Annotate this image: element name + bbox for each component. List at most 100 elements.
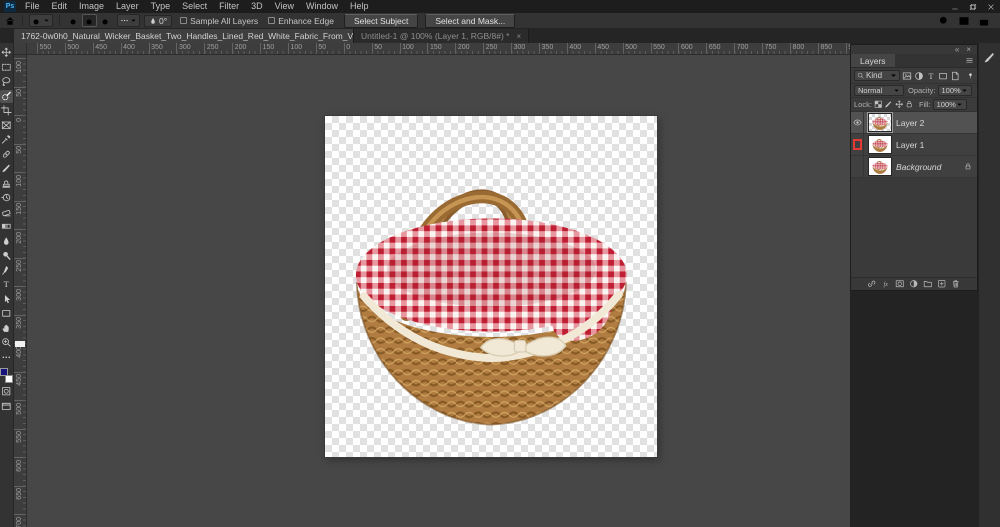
options-checkbox[interactable]: Sample All Layers [180, 16, 258, 26]
filter-kind-label: Kind [866, 71, 883, 80]
vertical-ruler[interactable]: 100 50 0 50 100 150 200 250 300 350 400 450 500 550 60… [14, 55, 27, 527]
close-button[interactable] [982, 0, 1000, 13]
quick-selection-tool[interactable] [0, 89, 13, 103]
layer-row[interactable]: Layer 1 [851, 134, 977, 156]
search-icon[interactable] [938, 15, 950, 27]
layer-visibility-toggle[interactable] [851, 112, 864, 133]
history-brush-tool[interactable] [0, 191, 13, 204]
tool-preset-picker[interactable] [29, 14, 53, 27]
canvas[interactable] [325, 116, 657, 457]
foreground-color-swatch[interactable] [0, 368, 8, 376]
layer-name[interactable]: Layer 2 [896, 118, 924, 128]
add-to-selection-mode[interactable] [82, 14, 97, 27]
zoom-tool[interactable] [0, 336, 13, 349]
lasso-tool[interactable] [0, 75, 13, 88]
Layer[interactable]: Layer [110, 0, 145, 13]
filter-shape-layers-icon[interactable] [938, 71, 948, 81]
subtract-from-selection-mode[interactable] [98, 14, 113, 27]
layer-row[interactable]: Background [851, 156, 977, 178]
eyedropper-tool[interactable] [0, 133, 13, 146]
filter-toggle-icon[interactable] [967, 72, 974, 79]
collapse-panels-icon[interactable]: « [955, 45, 959, 54]
brush-angle-field[interactable]: 0° [144, 14, 173, 27]
layer-row[interactable]: Layer 2 [851, 112, 977, 134]
lock-all-icon[interactable] [905, 100, 914, 109]
layer-visibility-toggle[interactable] [851, 134, 864, 155]
ruler-origin-corner[interactable] [14, 43, 27, 55]
Edit[interactable]: Edit [46, 0, 74, 13]
View[interactable]: View [269, 0, 300, 13]
minimize-button[interactable] [946, 0, 964, 13]
blend-mode-select[interactable]: Normal [854, 85, 904, 96]
edit-toolbar[interactable] [0, 351, 13, 364]
hand-tool[interactable] [0, 322, 13, 335]
eraser-tool[interactable] [0, 206, 13, 219]
brush-options-picker[interactable] [117, 14, 140, 27]
delete-layer-icon[interactable] [951, 279, 961, 289]
layer-thumbnail[interactable] [868, 157, 892, 176]
filter-kind-select[interactable]: Kind [854, 70, 900, 81]
select-subject-button[interactable]: Select Subject [343, 13, 419, 28]
layer-name[interactable]: Layer 1 [896, 140, 924, 150]
Window[interactable]: Window [300, 0, 344, 13]
new-adjustment-layer-icon[interactable] [909, 279, 919, 289]
background-color-swatch[interactable] [5, 375, 13, 383]
clone-stamp-tool[interactable] [0, 177, 13, 190]
path-selection-tool[interactable] [0, 293, 13, 306]
select-and-mask-button[interactable]: Select and Mask... [425, 13, 516, 28]
spot-healing-brush-tool[interactable] [0, 148, 13, 161]
3D[interactable]: 3D [245, 0, 269, 13]
lock-position-icon[interactable] [895, 100, 904, 109]
add-layer-mask-icon[interactable] [895, 279, 905, 289]
close-panel-icon[interactable]: × [966, 45, 971, 54]
share-icon[interactable] [978, 15, 990, 27]
dodge-tool[interactable] [0, 249, 13, 262]
layer-name[interactable]: Background [896, 162, 941, 172]
Filter[interactable]: Filter [213, 0, 245, 13]
home-icon[interactable] [4, 15, 16, 27]
Type[interactable]: Type [145, 0, 177, 13]
Image[interactable]: Image [73, 0, 110, 13]
new-layer-icon[interactable] [937, 279, 947, 289]
brush-tool[interactable] [0, 162, 13, 175]
lock-transparent-pixels-icon[interactable] [874, 100, 883, 109]
options-checkbox[interactable]: Enhance Edge [268, 16, 334, 26]
filter-type-layers-icon[interactable] [926, 71, 936, 81]
filter-pixel-layers-icon[interactable] [902, 71, 912, 81]
crop-tool[interactable] [0, 104, 13, 117]
fill-field[interactable]: 100% [932, 99, 967, 110]
collapsed-panel-icon[interactable] [983, 51, 996, 64]
lock-image-pixels-icon[interactable] [884, 100, 893, 109]
tab-close-icon[interactable]: × [516, 32, 521, 41]
document-tab[interactable]: Untitled-1 @ 100% (Layer 1, RGB/8#) * × [354, 29, 530, 43]
Select[interactable]: Select [176, 0, 213, 13]
layer-effects-icon[interactable] [881, 279, 891, 289]
frame-tool[interactable] [0, 119, 13, 132]
layer-thumbnail[interactable] [867, 112, 893, 133]
layer-thumbnail[interactable] [868, 135, 892, 154]
restore-button[interactable] [964, 0, 982, 13]
pen-tool[interactable] [0, 264, 13, 277]
panel-menu-icon[interactable] [961, 54, 977, 67]
new-group-icon[interactable] [923, 279, 933, 289]
link-layers-icon[interactable] [867, 279, 877, 289]
horizontal-ruler[interactable]: 550 500 450 400 350 300 250 200 150 100 50 0 50 100 15… [27, 43, 850, 55]
rectangular-marquee-tool[interactable] [0, 61, 13, 74]
screen-mode[interactable] [0, 400, 13, 413]
gradient-tool[interactable] [0, 220, 13, 233]
File[interactable]: File [19, 0, 46, 13]
filter-adjustment-layers-icon[interactable] [914, 71, 924, 81]
quick-mask-mode[interactable] [0, 385, 13, 398]
layer-visibility-toggle[interactable] [851, 156, 864, 177]
Help[interactable]: Help [344, 0, 375, 13]
blur-tool[interactable] [0, 235, 13, 248]
type-tool[interactable] [0, 278, 13, 291]
layers-panel-tab[interactable]: Layers [851, 54, 895, 67]
rectangle-tool[interactable] [0, 307, 13, 320]
move-tool[interactable] [0, 46, 13, 59]
opacity-field[interactable]: 100% [937, 85, 972, 96]
workspace-switcher-icon[interactable] [958, 15, 970, 27]
new-selection-mode[interactable] [66, 14, 81, 27]
filter-smart-objects-icon[interactable] [950, 71, 960, 81]
document-tab[interactable]: 1762-0w0h0_Natural_Wicker_Basket_Two_Han… [14, 29, 354, 43]
